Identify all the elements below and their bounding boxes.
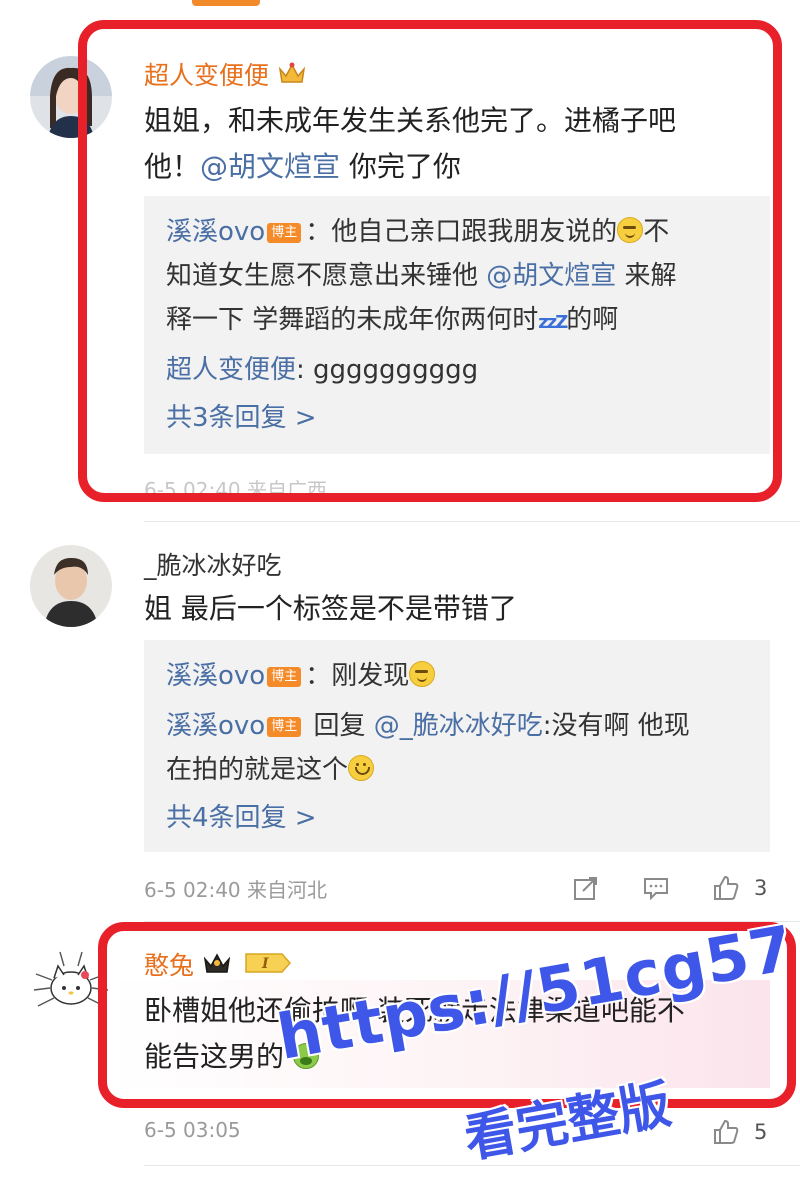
reply-text: 知道女生愿不愿意出来锤他 <box>166 261 487 291</box>
smile-emoji-icon <box>348 755 375 781</box>
reply-line: 溪溪ovo 博主 ：刚发现 <box>166 654 756 698</box>
top-strip <box>0 0 800 14</box>
reply-text: ：他自己亲口跟我朋友说的 <box>305 217 618 247</box>
text-segment: 他！ <box>144 150 201 183</box>
reply-line: 知道女生愿不愿意出来锤他 @胡文煊宣 来解 <box>166 254 756 298</box>
reply-box: 溪溪ovo 博主 ：他自己亲口跟我朋友说的不 知道女生愿不愿意出来锤他 @胡文煊宣 … <box>144 196 770 454</box>
mention-link[interactable]: @胡文煊宣 <box>200 150 340 183</box>
level-badge-icon: I <box>244 951 292 981</box>
reply-text: : gggggggggg <box>296 355 479 385</box>
reply-text: 来解 <box>616 261 677 291</box>
reply-text: 释一下 学舞蹈的未成年你两何时 <box>166 305 539 335</box>
reply-text: 不 <box>643 217 670 247</box>
username-text[interactable]: 憨兔 <box>144 951 194 980</box>
author-tag: 博主 <box>267 717 302 737</box>
smug-emoji-icon <box>409 661 436 687</box>
timestamp: 6-5 02:40 来自广西 <box>144 478 328 502</box>
reply-text: :没有啊 他现 <box>542 711 690 741</box>
comment-text: 姐姐，和未成年发生关系他完了。进橘子吧 他！@胡文煊宣 你完了你 <box>144 98 764 190</box>
reply-text: 的啊 <box>566 305 619 335</box>
crown-icon <box>202 950 232 982</box>
crown-icon <box>277 60 307 92</box>
avatar[interactable] <box>30 545 112 627</box>
author-tag: 博主 <box>267 667 302 687</box>
reply-username[interactable]: 溪溪ovo <box>166 217 265 247</box>
reply-username[interactable]: 超人变便便 <box>166 355 296 385</box>
username[interactable]: 超人变便便 <box>144 56 307 92</box>
comment-meta: 6-5 02:40 来自河北 3 <box>144 874 774 904</box>
comment-meta: 6-5 03:05 5 <box>144 1118 774 1148</box>
like-icon[interactable] <box>712 874 742 902</box>
timestamp: 6-5 02:40 来自河北 <box>144 878 328 902</box>
divider <box>144 921 800 922</box>
reply-text: ：刚发现 <box>305 661 410 691</box>
reply-text: 在拍的就是这个 <box>166 755 349 785</box>
username[interactable]: 憨兔 I <box>144 946 292 982</box>
reply-text: 回复 <box>305 711 374 741</box>
more-replies-link[interactable]: 共3条回复 > <box>166 396 756 440</box>
reply-line: 溪溪ovo 博主 回复 @_脆冰冰好吃:没有啊 他现 <box>166 704 756 748</box>
like-count: 5 <box>754 1120 768 1144</box>
comment-icon[interactable] <box>642 874 672 902</box>
more-replies-link[interactable]: 共4条回复 > <box>166 796 756 840</box>
username[interactable]: _脆冰冰好吃 <box>144 546 282 582</box>
reply-username[interactable]: 溪溪ovo <box>166 711 265 741</box>
reply-line: 超人变便便: gggggggggg <box>166 348 756 392</box>
reply-line: 释一下 学舞蹈的未成年你两何时zzZ的啊 <box>166 298 756 345</box>
divider <box>144 521 800 522</box>
reply-username[interactable]: 溪溪ovo <box>166 661 265 691</box>
comment-text-line: 姐姐，和未成年发生关系他完了。进橘子吧 <box>144 104 677 137</box>
tab-indicator <box>192 0 260 6</box>
comment-text: 姐 最后一个标签是不是带错了 <box>144 592 517 625</box>
text-segment: 你完了你 <box>340 150 461 183</box>
comment-text-line: 他！@胡文煊宣 你完了你 <box>144 144 764 190</box>
timestamp: 6-5 03:05 <box>144 1118 241 1142</box>
avatar[interactable] <box>30 944 112 1026</box>
author-tag: 博主 <box>267 223 302 243</box>
mention-link[interactable]: @胡文煊宣 <box>486 261 616 291</box>
level-text: I <box>261 956 269 972</box>
smug-emoji-icon <box>617 217 644 243</box>
comment-meta: 6-5 02:40 来自广西 <box>144 474 774 504</box>
like-icon[interactable] <box>712 1118 742 1146</box>
avatar[interactable] <box>30 56 112 138</box>
reply-line: 溪溪ovo 博主 ：他自己亲口跟我朋友说的不 <box>166 210 756 254</box>
text-segment: 能告这男的 <box>144 1040 285 1073</box>
sleep-emoji-icon: zzZ <box>538 312 568 333</box>
mention-link[interactable]: @_脆冰冰好吃 <box>374 711 543 741</box>
share-icon[interactable] <box>572 874 602 902</box>
reply-line: 在拍的就是这个 <box>166 748 756 792</box>
reply-box: 溪溪ovo 博主 ：刚发现 溪溪ovo 博主 回复 @_脆冰冰好吃:没有啊 他现 在拍… <box>144 640 770 852</box>
username-text[interactable]: 超人变便便 <box>144 61 269 90</box>
like-count: 3 <box>754 876 768 900</box>
